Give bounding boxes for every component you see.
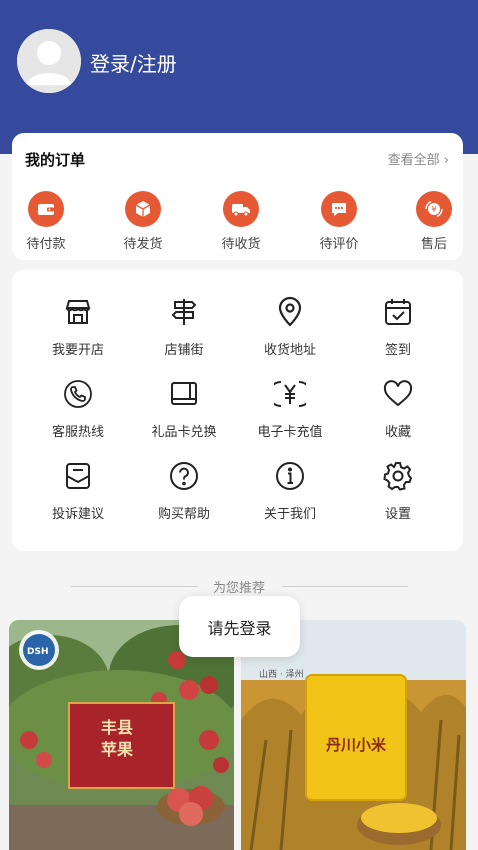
service-hotline[interactable]: 客服热线 <box>28 376 128 440</box>
service-label: 店铺街 <box>164 343 204 358</box>
order-label: 待付款 <box>26 237 66 252</box>
orders-title: 我的订单 <box>25 151 86 169</box>
service-label: 投诉建议 <box>51 507 104 522</box>
gear-icon <box>380 458 416 494</box>
service-feedback[interactable]: 投诉建议 <box>28 458 128 522</box>
service-open-store[interactable]: 我要开店 <box>28 294 128 358</box>
yen-card-icon <box>272 376 308 412</box>
service-label: 礼品卡兑换 <box>151 425 217 440</box>
svg-text:山西 · 泽州: 山西 · 泽州 <box>259 669 304 680</box>
svg-text:苹果: 苹果 <box>101 740 133 759</box>
service-settings[interactable]: 设置 <box>348 458 448 522</box>
service-about-us[interactable]: 关于我们 <box>240 458 340 522</box>
service-label: 签到 <box>384 343 411 358</box>
service-label: 客服热线 <box>51 425 104 440</box>
truck-icon <box>223 191 259 227</box>
service-label: 设置 <box>384 507 411 522</box>
chevron-right-icon: › <box>443 153 449 168</box>
order-label: 售后 <box>420 237 447 252</box>
service-label: 电子卡充值 <box>257 425 323 440</box>
service-label: 我要开店 <box>51 343 104 358</box>
service-address[interactable]: 收货地址 <box>240 294 340 358</box>
avatar[interactable] <box>17 29 81 93</box>
order-label: 待发货 <box>123 237 163 252</box>
signpost-icon <box>166 294 202 330</box>
services-card: 我要开店 店铺街 收货地址 签到 客服热线 礼品卡兑换 电子卡充值 收藏 投诉建… <box>12 270 463 551</box>
svg-text:DSH: DSH <box>27 647 49 657</box>
order-pending-receipt[interactable]: 待收货 <box>211 191 271 252</box>
svg-text:丹川小米: 丹川小米 <box>326 736 387 754</box>
view-all-orders-link[interactable]: 查看全部 › <box>388 149 449 168</box>
wallet-icon <box>28 191 64 227</box>
my-orders-card: 我的订单 查看全部 › 待付款 待发货 待收货 待评价 ¥ 售后 <box>12 133 463 260</box>
yen-refund-icon: ¥ <box>416 191 452 227</box>
profile-header: 登录/注册 <box>0 0 478 154</box>
svg-text:丰县: 丰县 <box>101 718 133 737</box>
order-pending-payment[interactable]: 待付款 <box>16 191 76 252</box>
service-favorites[interactable]: 收藏 <box>348 376 448 440</box>
view-all-label: 查看全部 <box>387 153 440 168</box>
service-help[interactable]: 购买帮助 <box>134 458 234 522</box>
svg-text:¥: ¥ <box>431 205 436 214</box>
service-label: 购买帮助 <box>157 507 210 522</box>
service-ecard-topup[interactable]: 电子卡充值 <box>240 376 340 440</box>
order-pending-shipment[interactable]: 待发货 <box>113 191 173 252</box>
service-gift-card[interactable]: 礼品卡兑换 <box>134 376 234 440</box>
service-label: 关于我们 <box>263 507 316 522</box>
info-icon <box>272 458 308 494</box>
recommend-title: 为您推荐 <box>212 581 265 596</box>
user-placeholder-icon <box>17 29 81 93</box>
question-icon <box>166 458 202 494</box>
store-icon <box>60 294 96 330</box>
login-required-toast: 请先登录 <box>179 596 300 657</box>
box-icon <box>125 191 161 227</box>
service-check-in[interactable]: 签到 <box>348 294 448 358</box>
calendar-check-icon <box>380 294 416 330</box>
comment-icon <box>321 191 357 227</box>
gift-card-icon <box>166 376 202 412</box>
login-register-link[interactable]: 登录/注册 <box>90 48 177 77</box>
order-label: 待收货 <box>221 237 261 252</box>
order-pending-review[interactable]: 待评价 <box>309 191 369 252</box>
phone-icon <box>60 376 96 412</box>
location-icon <box>272 294 308 330</box>
order-after-sales[interactable]: ¥ 售后 <box>404 191 464 252</box>
order-label: 待评价 <box>319 237 359 252</box>
service-label: 收货地址 <box>263 343 316 358</box>
mail-icon <box>60 458 96 494</box>
service-store-street[interactable]: 店铺街 <box>134 294 234 358</box>
heart-icon <box>380 376 416 412</box>
service-label: 收藏 <box>384 425 411 440</box>
